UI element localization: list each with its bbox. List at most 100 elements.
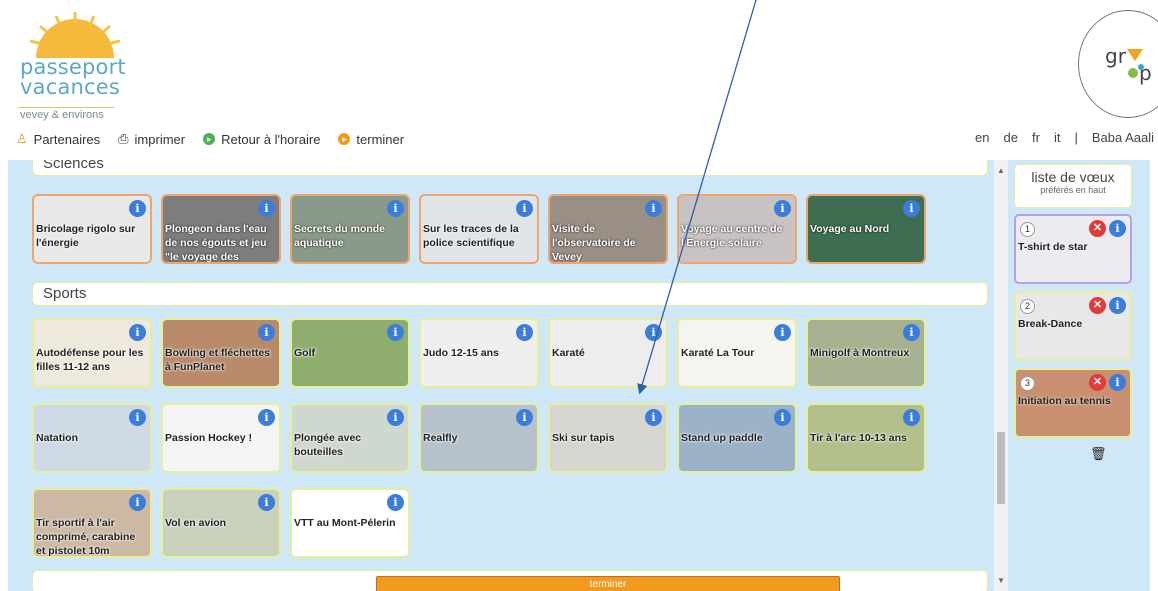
activity-tile[interactable]: Plongeon dans l'eau de nos égouts et jeu…	[161, 194, 281, 264]
info-icon[interactable]: i	[645, 324, 662, 341]
info-icon[interactable]: i	[516, 200, 533, 217]
info-icon[interactable]: i	[1109, 374, 1126, 391]
activity-tile[interactable]: Judo 12-15 ans i	[419, 318, 539, 388]
finish-button[interactable]: terminer	[376, 576, 840, 591]
info-icon[interactable]: i	[387, 200, 404, 217]
info-icon[interactable]: i	[387, 324, 404, 341]
lang-en[interactable]: en	[975, 130, 989, 145]
info-icon[interactable]: i	[774, 200, 791, 217]
vertical-scrollbar[interactable]: ▲ ▼	[994, 160, 1008, 591]
info-icon[interactable]: i	[129, 494, 146, 511]
print-link[interactable]: ⎙ imprimer	[118, 131, 185, 147]
wishlist-item[interactable]: 3 ✕ i Initiation au tennis	[1014, 368, 1132, 438]
wishlist-item-label: Initiation au tennis	[1018, 395, 1111, 407]
activity-label: VTT au Mont-Pélerin	[294, 517, 396, 529]
activity-tile[interactable]: Vol en avion i	[161, 488, 281, 558]
activity-label: Secrets du monde aquatique	[294, 223, 386, 249]
activity-label: Tir sportif à l'air comprimé, carabine e…	[36, 517, 136, 557]
activity-tile[interactable]: Tir sportif à l'air comprimé, carabine e…	[32, 488, 152, 558]
activities-scroll-area[interactable]: Sciences Bricolage rigolo sur l'énergie i…	[8, 160, 994, 591]
info-icon[interactable]: i	[903, 200, 920, 217]
activity-tile[interactable]: Visite de l'observatoire de Vevey i	[548, 194, 668, 264]
info-icon[interactable]: i	[387, 409, 404, 426]
info-icon[interactable]: i	[516, 324, 533, 341]
activity-tile[interactable]: Realfly i	[419, 403, 539, 473]
activity-label: Vol en avion	[165, 517, 227, 529]
activity-tile[interactable]: Golf i	[290, 318, 410, 388]
print-label: imprimer	[134, 131, 186, 147]
info-icon[interactable]: i	[258, 324, 275, 341]
activity-label: Plongée avec bouteilles	[294, 432, 362, 458]
activity-tile[interactable]: VTT au Mont-Pélerin i	[290, 488, 410, 558]
user-name[interactable]: Baba Aaali	[1092, 130, 1154, 145]
logo-underline	[18, 107, 114, 108]
lang-it[interactable]: it	[1054, 130, 1061, 145]
activity-label: Sur les traces de la police scientifique	[423, 223, 519, 249]
activity-tile[interactable]: Natation i	[32, 403, 152, 473]
activity-tile[interactable]: Stand up paddle i	[677, 403, 797, 473]
info-icon[interactable]: i	[774, 324, 791, 341]
activity-tile[interactable]: Sur les traces de la police scientifique…	[419, 194, 539, 264]
info-icon[interactable]: i	[903, 324, 920, 341]
info-icon[interactable]: i	[258, 200, 275, 217]
scroll-up-icon[interactable]: ▲	[997, 166, 1005, 175]
activity-label: Golf	[294, 347, 315, 359]
close-icon[interactable]: ✕	[1089, 374, 1106, 391]
finish-link[interactable]: ▸ terminer	[338, 132, 404, 147]
activity-label: Autodéfense pour les filles 11-12 ans	[36, 347, 144, 373]
activity-tile[interactable]: Tir à l'arc 10-13 ans i	[806, 403, 926, 473]
info-icon[interactable]: i	[258, 409, 275, 426]
info-icon[interactable]: i	[516, 409, 533, 426]
trash-icon[interactable]: 🗑	[1090, 446, 1107, 462]
logo-line-3: vevey & environs	[20, 109, 104, 121]
activity-tile[interactable]: Autodéfense pour les filles 11-12 ans i	[32, 318, 152, 388]
info-icon[interactable]: i	[645, 200, 662, 217]
logo-line-2: vacances	[20, 75, 121, 99]
close-icon[interactable]: ✕	[1089, 220, 1106, 237]
info-icon[interactable]: i	[129, 324, 146, 341]
activity-tile[interactable]: Bowling et fléchettes à FunPlanet i	[161, 318, 281, 388]
people-icon: ♙	[16, 131, 28, 146]
partners-link[interactable]: ♙ Partenaires	[16, 131, 100, 147]
activity-label: Voyage au centre de l'Energie solaire	[681, 223, 783, 249]
info-icon[interactable]: i	[774, 409, 791, 426]
activity-tile[interactable]: Voyage au Nord i	[806, 194, 926, 264]
scroll-down-icon[interactable]: ▼	[997, 576, 1005, 585]
passeport-vacances-logo[interactable]: passeport vacances vevey & environs	[18, 10, 128, 122]
info-icon[interactable]: i	[903, 409, 920, 426]
info-icon[interactable]: i	[387, 494, 404, 511]
activity-label: Bowling et fléchettes à FunPlanet	[165, 347, 271, 373]
activity-tile[interactable]: Karaté La Tour i	[677, 318, 797, 388]
wishlist-item[interactable]: 1 ✕ i T-shirt de star	[1014, 214, 1132, 284]
activity-label: Voyage au Nord	[810, 223, 890, 235]
activity-tile[interactable]: Voyage au centre de l'Energie solaire i	[677, 194, 797, 264]
activity-tile[interactable]: Secrets du monde aquatique i	[290, 194, 410, 264]
info-icon[interactable]: i	[129, 409, 146, 426]
info-icon[interactable]: i	[1109, 297, 1126, 314]
info-icon[interactable]: i	[129, 200, 146, 217]
activity-label: Tir à l'arc 10-13 ans	[810, 432, 907, 444]
scrollbar-thumb[interactable]	[997, 432, 1005, 504]
wishlist-item[interactable]: 2 ✕ i Break-Dance	[1014, 291, 1132, 361]
back-to-schedule-link[interactable]: ▸ Retour à l'horaire	[203, 132, 320, 147]
megaphone-icon	[1127, 49, 1144, 78]
activity-tile[interactable]: Plongée avec bouteilles i	[290, 403, 410, 473]
wishlist-rank: 2	[1020, 299, 1035, 314]
lang-fr[interactable]: fr	[1032, 130, 1040, 145]
info-icon[interactable]: i	[645, 409, 662, 426]
activity-tile[interactable]: Karaté i	[548, 318, 668, 388]
activity-tile[interactable]: Minigolf à Montreux i	[806, 318, 926, 388]
circle-arrow-icon: ▸	[203, 133, 216, 145]
activity-tile[interactable]: Ski sur tapis i	[548, 403, 668, 473]
lang-de[interactable]: de	[1004, 130, 1018, 145]
activity-tile[interactable]: Bricolage rigolo sur l'énergie i	[32, 194, 152, 264]
close-icon[interactable]: ✕	[1089, 297, 1106, 314]
info-icon[interactable]: i	[258, 494, 275, 511]
wishlist-subtitle: préférés en haut	[1040, 185, 1106, 195]
printer-icon: ⎙	[118, 131, 129, 146]
info-icon[interactable]: i	[1109, 220, 1126, 237]
activity-label: Passion Hockey !	[165, 432, 252, 444]
partner-logo: gr p	[1078, 10, 1158, 118]
activity-tile[interactable]: Passion Hockey ! i	[161, 403, 281, 473]
finish-label: terminer	[356, 131, 405, 147]
